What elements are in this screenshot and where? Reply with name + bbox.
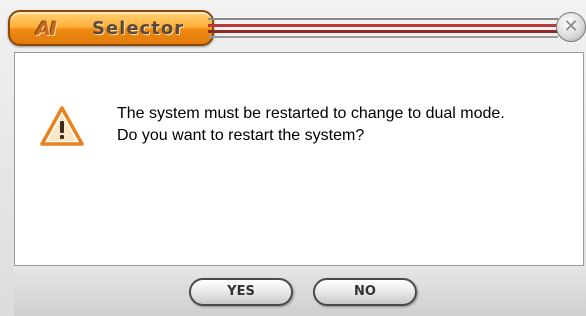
title-tab: AI Selector <box>8 10 214 46</box>
dialog-message: The system must be restarted to change t… <box>117 103 505 147</box>
message-line: The system must be restarted to change t… <box>117 105 505 122</box>
close-icon: ✕ <box>563 16 579 37</box>
rail-line <box>208 30 558 33</box>
dialog-window: AI Selector ✕ The system must be restart… <box>0 0 586 316</box>
warning-icon <box>40 106 84 146</box>
message-line: Do you want to restart the system? <box>117 127 365 144</box>
window-title: Selector <box>92 18 185 39</box>
rail-line <box>208 18 558 20</box>
dialog-content-panel <box>14 52 584 266</box>
button-bar <box>14 266 586 316</box>
close-button[interactable]: ✕ <box>556 12 586 42</box>
rail-line <box>208 24 558 27</box>
yes-button[interactable]: YES <box>189 278 293 306</box>
rail-line <box>208 36 558 38</box>
title-rail-decoration <box>208 16 558 40</box>
app-logo: AI <box>36 18 57 40</box>
title-bar[interactable]: AI Selector ✕ <box>8 10 586 50</box>
no-button[interactable]: NO <box>313 278 417 306</box>
